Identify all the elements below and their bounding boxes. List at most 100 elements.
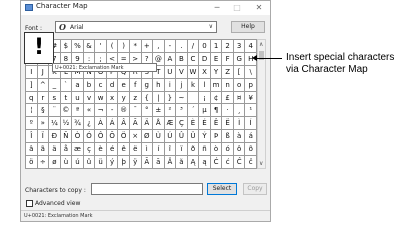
character-cell[interactable]: \ [245, 65, 257, 79]
character-cell[interactable]: È [187, 117, 200, 131]
character-cell[interactable]: ` [60, 78, 73, 92]
character-cell[interactable]: B [176, 52, 188, 66]
character-cell[interactable]: g [141, 78, 154, 92]
font-dropdown[interactable]: O Arial ∨ [55, 21, 217, 33]
character-cell[interactable]: Ç [176, 117, 188, 131]
character-cell[interactable]: ß [222, 130, 234, 144]
character-cell[interactable]: Å [153, 117, 165, 131]
character-cell[interactable]: ¥ [245, 91, 257, 105]
character-cell[interactable]: 2 [222, 40, 234, 53]
character-cell[interactable]: Ñ [60, 130, 73, 144]
maximize-button[interactable]: □ [227, 1, 247, 15]
character-cell[interactable]: i [164, 78, 177, 92]
character-cell[interactable]: b [83, 78, 96, 92]
character-cell[interactable]: å [60, 143, 73, 157]
character-cell[interactable]: õ [245, 143, 257, 157]
character-cell[interactable]: ¶ [210, 104, 223, 118]
help-button[interactable]: Help [231, 21, 265, 33]
character-cell[interactable]: ¯ [129, 104, 142, 118]
character-cell[interactable]: E [210, 52, 223, 66]
character-cell[interactable]: l [199, 78, 211, 92]
character-cell[interactable]: e [118, 78, 130, 92]
character-cell[interactable]: Â [118, 117, 130, 131]
character-cell[interactable]: Ý [199, 130, 211, 144]
character-cell[interactable]: f [129, 78, 142, 92]
character-cell[interactable]: Ú [164, 130, 177, 144]
character-cell[interactable]: Ó [83, 130, 96, 144]
character-cell[interactable]: Ì [233, 117, 246, 131]
character-cell[interactable]: w [95, 91, 107, 105]
character-cell[interactable]: q [26, 91, 38, 105]
character-cell[interactable]: ¡ [199, 91, 211, 105]
character-cell[interactable]: o [233, 78, 246, 92]
character-cell[interactable]: $ [60, 40, 73, 53]
character-cell[interactable]: · [222, 104, 234, 118]
character-cell[interactable]: ÿ [129, 156, 142, 169]
character-cell[interactable]: û [83, 156, 96, 169]
character-cell[interactable]: Ö [118, 130, 130, 144]
character-cell[interactable]: * [129, 40, 142, 53]
character-cell[interactable]: é [106, 143, 119, 157]
character-cell[interactable]: Ü [187, 130, 200, 144]
character-cell[interactable]: « [83, 104, 96, 118]
character-cell[interactable]: µ [199, 104, 211, 118]
character-cell[interactable]: & [83, 40, 96, 53]
character-cell[interactable]: ý [106, 156, 119, 169]
character-cell[interactable]: ( [106, 40, 119, 53]
character-cell[interactable]: ¼ [49, 117, 61, 131]
character-cell[interactable]: Ă [164, 156, 177, 169]
close-button[interactable]: ✕ [249, 1, 269, 15]
character-cell[interactable]: ~ [176, 91, 188, 105]
character-cell[interactable]: X [199, 65, 211, 79]
character-cell[interactable]: Ð [49, 130, 61, 144]
scroll-up-icon[interactable]: ∧ [259, 41, 263, 48]
character-cell[interactable]: Ä [141, 117, 154, 131]
character-cell[interactable]: ĉ [245, 156, 257, 169]
character-cell[interactable]: d [106, 78, 119, 92]
character-cell[interactable]: + [141, 40, 154, 53]
character-cell[interactable]: ą [199, 156, 211, 169]
character-cell[interactable]: ´ [187, 104, 200, 118]
character-cell[interactable]: Ą [187, 156, 200, 169]
character-cell[interactable]: ® [118, 104, 130, 118]
scroll-down-icon[interactable]: ∨ [259, 160, 263, 167]
character-cell[interactable]: } [164, 91, 177, 105]
character-cell[interactable]: ï [176, 143, 188, 157]
character-cell[interactable]: Õ [106, 130, 119, 144]
character-cell[interactable]: Ï [37, 130, 50, 144]
character-cell[interactable]: ù [60, 156, 73, 169]
character-cell[interactable]: É [199, 117, 211, 131]
character-cell[interactable]: æ [72, 143, 84, 157]
character-cell[interactable]: | [153, 91, 165, 105]
character-cell[interactable]: × [129, 130, 142, 144]
character-cell[interactable]: ¢ [210, 91, 223, 105]
character-cell[interactable]: k [187, 78, 200, 92]
character-cell[interactable]: ć [222, 156, 234, 169]
character-cell[interactable]: á [245, 130, 257, 144]
character-cell[interactable]: F [222, 52, 234, 66]
character-cell[interactable]: Ò [72, 130, 84, 144]
character-cell[interactable]: ¦ [26, 104, 38, 118]
character-cell[interactable]: , [153, 40, 165, 53]
character-cell[interactable]: s [49, 91, 61, 105]
character-cell[interactable]: v [83, 91, 96, 105]
character-cell[interactable]: À [95, 117, 107, 131]
character-cell[interactable]: ¤ [233, 91, 246, 105]
character-cell[interactable]: â [26, 143, 38, 157]
character-cell[interactable]: 1 [210, 40, 223, 53]
character-cell[interactable]: Ô [95, 130, 107, 144]
character-cell[interactable]: ã [37, 143, 50, 157]
character-cell[interactable]: m [210, 78, 223, 92]
character-cell[interactable]: ñ [199, 143, 211, 157]
character-cell[interactable]: ó [222, 143, 234, 157]
character-cell[interactable]: 0 [199, 40, 211, 53]
character-cell[interactable]: { [141, 91, 154, 105]
character-cell[interactable]: ă [176, 156, 188, 169]
character-cell[interactable]: ¹ [245, 104, 257, 118]
character-cell[interactable]: ¬ [95, 104, 107, 118]
character-cell[interactable]: D [199, 52, 211, 66]
character-cell[interactable]: h [153, 78, 165, 92]
character-cell[interactable]: Ā [141, 156, 154, 169]
character-cell[interactable]: u [72, 91, 84, 105]
character-cell[interactable]: ] [26, 78, 38, 92]
